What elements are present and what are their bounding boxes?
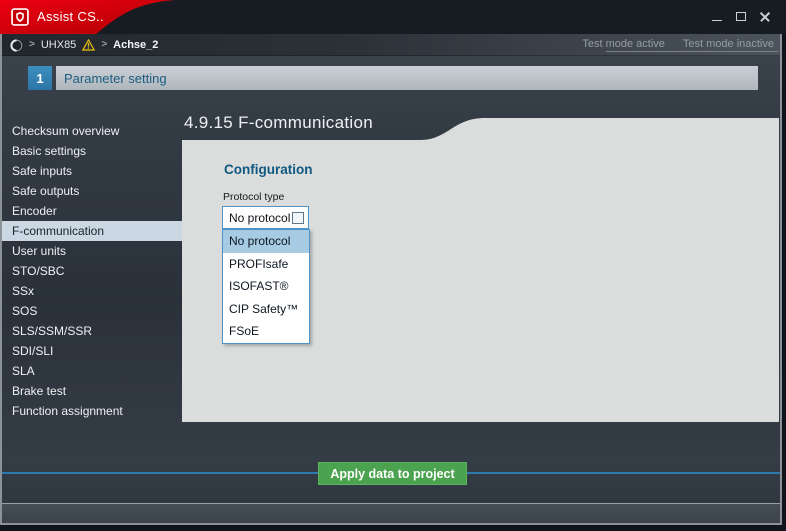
configuration-section-title: Configuration bbox=[224, 162, 312, 177]
breadcrumb-separator: > bbox=[29, 40, 35, 50]
step-label: Parameter setting bbox=[64, 71, 167, 86]
list-box-icon[interactable] bbox=[292, 212, 304, 224]
protocol-type-combobox[interactable]: No protocol bbox=[222, 206, 309, 229]
drive-icon bbox=[10, 39, 23, 52]
sidebar-item-sos[interactable]: SOS bbox=[2, 301, 182, 321]
test-mode-toggles: Test mode active Test mode inactive bbox=[582, 38, 774, 50]
window-controls bbox=[711, 11, 772, 23]
sidebar-item-safe-outputs[interactable]: Safe outputs bbox=[2, 181, 182, 201]
protocol-type-label: Protocol type bbox=[223, 191, 284, 203]
application-window: Assist CS.. > UHX85 > Achse_2 Test mode … bbox=[0, 0, 786, 531]
sidebar-item-safe-inputs[interactable]: Safe inputs bbox=[2, 161, 182, 181]
option-cip-safety[interactable]: CIP Safety™ bbox=[223, 298, 309, 321]
apply-data-button[interactable]: Apply data to project bbox=[318, 462, 467, 485]
test-mode-active-button[interactable]: Test mode active bbox=[582, 38, 665, 50]
option-profisafe[interactable]: PROFIsafe bbox=[223, 253, 309, 276]
sidebar-item-sdi-sli[interactable]: SDI/SLI bbox=[2, 341, 182, 361]
sidebar-item-sto-sbc[interactable]: STO/SBC bbox=[2, 261, 182, 281]
breadcrumb-bar: > UHX85 > Achse_2 Test mode active Test … bbox=[0, 34, 782, 56]
status-bar bbox=[0, 503, 782, 524]
test-mode-underline bbox=[606, 51, 778, 52]
app-logo-shield-icon bbox=[11, 8, 29, 26]
option-isofast[interactable]: ISOFAST® bbox=[223, 275, 309, 298]
app-title: Assist CS.. bbox=[37, 9, 104, 24]
maximize-icon[interactable] bbox=[735, 11, 748, 23]
step-parameter-setting-bar[interactable]: Parameter setting bbox=[56, 66, 758, 90]
sidebar-item-sls-ssm-ssr[interactable]: SLS/SSM/SSR bbox=[2, 321, 182, 341]
sidebar-item-ssx[interactable]: SSx bbox=[2, 281, 182, 301]
breadcrumb-axis[interactable]: Achse_2 bbox=[113, 39, 158, 51]
sidebar-item-sla[interactable]: SLA bbox=[2, 361, 182, 381]
test-mode-inactive-button[interactable]: Test mode inactive bbox=[683, 38, 774, 50]
breadcrumb-device[interactable]: UHX85 bbox=[41, 39, 76, 51]
sidebar-item-encoder[interactable]: Encoder bbox=[2, 201, 182, 221]
breadcrumb: > UHX85 > Achse_2 bbox=[10, 34, 158, 56]
sidebar-nav: Checksum overview Basic settings Safe in… bbox=[2, 121, 182, 421]
option-no-protocol[interactable]: No protocol bbox=[223, 230, 309, 253]
sidebar-item-user-units[interactable]: User units bbox=[2, 241, 182, 261]
main-area: 1 Parameter setting Checksum overview Ba… bbox=[0, 56, 782, 503]
title-bar: Assist CS.. bbox=[0, 0, 786, 34]
breadcrumb-separator: > bbox=[101, 40, 107, 50]
combobox-value: No protocol bbox=[229, 211, 292, 225]
sidebar-item-basic-settings[interactable]: Basic settings bbox=[2, 141, 182, 161]
sidebar-item-checksum-overview[interactable]: Checksum overview bbox=[2, 121, 182, 141]
warning-triangle-icon bbox=[82, 39, 95, 51]
minimize-icon[interactable] bbox=[711, 11, 724, 23]
sidebar-item-function-assignment[interactable]: Function assignment bbox=[2, 401, 182, 421]
step-number-badge[interactable]: 1 bbox=[28, 66, 52, 90]
sidebar-item-brake-test[interactable]: Brake test bbox=[2, 381, 182, 401]
protocol-dropdown-list: No protocol PROFIsafe ISOFAST® CIP Safet… bbox=[222, 229, 310, 344]
option-fsoe[interactable]: FSoE bbox=[223, 320, 309, 343]
page-title: 4.9.15 F-communication bbox=[184, 113, 373, 133]
sidebar-item-f-communication[interactable]: F-communication bbox=[2, 221, 182, 241]
close-icon[interactable] bbox=[759, 11, 772, 23]
